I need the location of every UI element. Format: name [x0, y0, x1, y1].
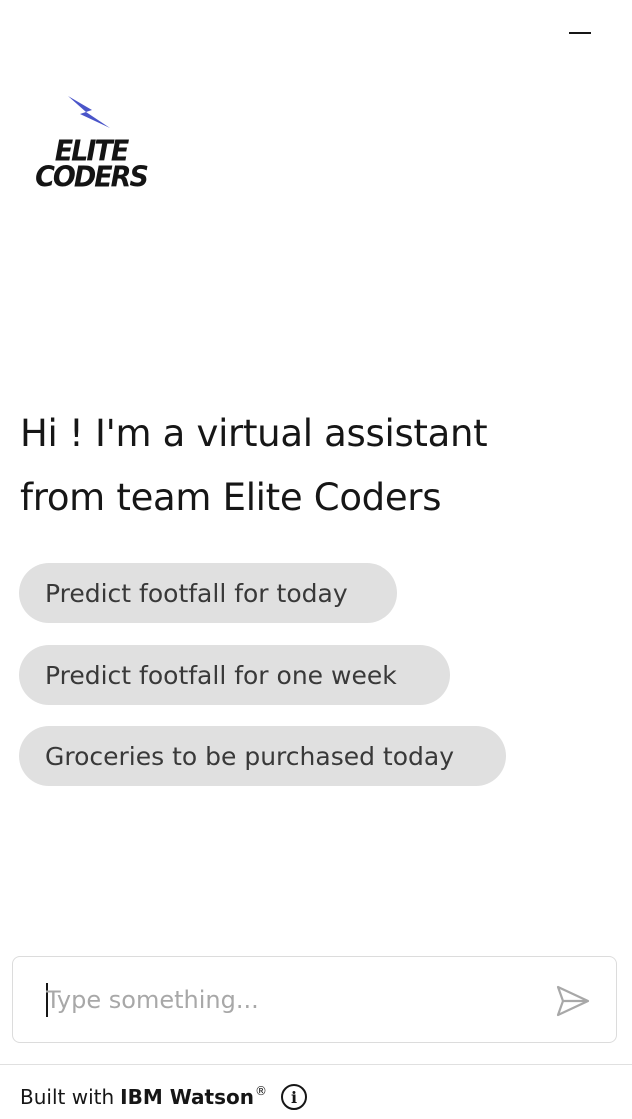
option-predict-footfall-week[interactable]: Predict footfall for one week: [19, 645, 450, 705]
info-glyph: i: [290, 1087, 298, 1107]
greeting-line1: Hi ! I'm a virtual assistant: [20, 412, 488, 455]
info-icon[interactable]: i: [280, 1084, 307, 1110]
footer-divider: [0, 1064, 632, 1065]
built-with-text: Built with: [20, 1085, 115, 1109]
assistant-greeting: Hi ! I'm a virtual assistant from team E…: [20, 402, 600, 530]
elite-coders-logo: ELITE CODERS: [26, 90, 156, 200]
minimize-button[interactable]: [560, 18, 600, 48]
send-button[interactable]: [553, 981, 593, 1021]
chat-window: ELITE CODERS Hi ! I'm a virtual assistan…: [0, 0, 632, 1119]
greeting-line2: from team Elite Coders: [20, 476, 442, 519]
option-predict-footfall-today[interactable]: Predict footfall for today: [19, 563, 397, 623]
option-label: Predict footfall for one week: [45, 660, 397, 690]
logo-text-line2: CODERS: [35, 161, 149, 194]
minimize-icon: [569, 31, 591, 35]
registered-mark: ®: [254, 1084, 267, 1098]
option-label: Groceries to be purchased today: [45, 741, 454, 771]
send-icon: [556, 985, 590, 1017]
option-groceries-today[interactable]: Groceries to be purchased today: [19, 726, 506, 786]
ibm-watson-brand: IBM Watson: [120, 1085, 254, 1109]
lightning-bolt-icon: [68, 96, 110, 128]
message-input-container: [12, 956, 617, 1043]
message-input[interactable]: [46, 979, 526, 1021]
footer: Built with IBM Watson ® i: [20, 1080, 307, 1114]
option-label: Predict footfall for today: [45, 578, 348, 608]
